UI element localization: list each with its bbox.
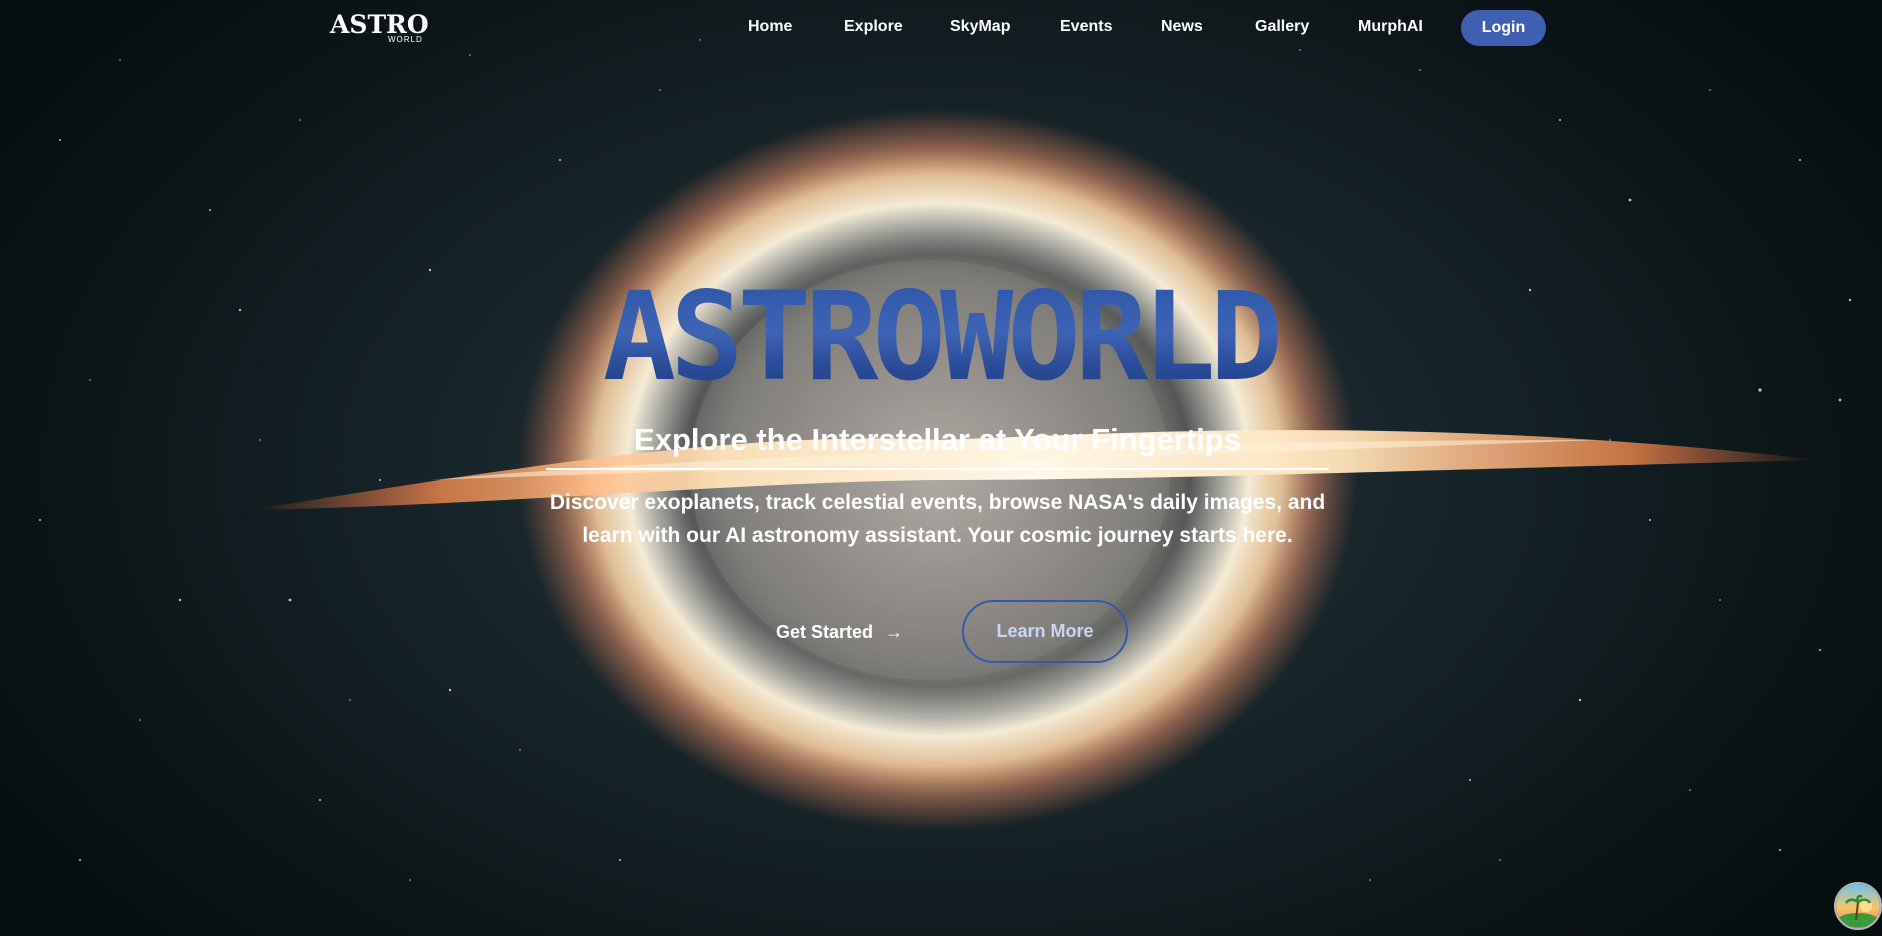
arrow-right-icon: → (885, 622, 904, 642)
nav-link-home[interactable]: Home (748, 18, 792, 36)
learn-more-button[interactable]: Learn More (962, 600, 1128, 663)
hero-page: ASTRO WORLD Home Explore SkyMap Events N… (0, 0, 1882, 936)
hero-title: ASTROWORLD (545, 276, 1335, 398)
top-navigation: ASTRO WORLD Home Explore SkyMap Events N… (0, 0, 1882, 56)
hero-description: Discover exoplanets, track celestial eve… (549, 491, 1326, 547)
nav-link-explore[interactable]: Explore (844, 18, 903, 36)
hero-divider (546, 468, 1329, 470)
get-started-button[interactable]: Get Started → (770, 610, 909, 654)
logo-subtext: WORLD (388, 35, 423, 44)
logo-wordmark: ASTRO (330, 10, 429, 39)
login-button[interactable]: Login (1461, 10, 1546, 46)
site-logo[interactable]: ASTRO WORLD (330, 10, 429, 44)
nav-link-events[interactable]: Events (1060, 18, 1112, 36)
nav-link-gallery[interactable]: Gallery (1255, 18, 1309, 36)
island-avatar-icon[interactable] (1834, 882, 1882, 930)
hero-subtitle: Explore the Interstellar at Your Fingert… (634, 422, 1241, 457)
nav-link-news[interactable]: News (1161, 18, 1203, 36)
nav-link-murphai[interactable]: MurphAI (1358, 18, 1423, 36)
get-started-label: Get Started (776, 621, 874, 642)
island-icon (1836, 884, 1880, 928)
nav-link-skymap[interactable]: SkyMap (950, 18, 1010, 36)
